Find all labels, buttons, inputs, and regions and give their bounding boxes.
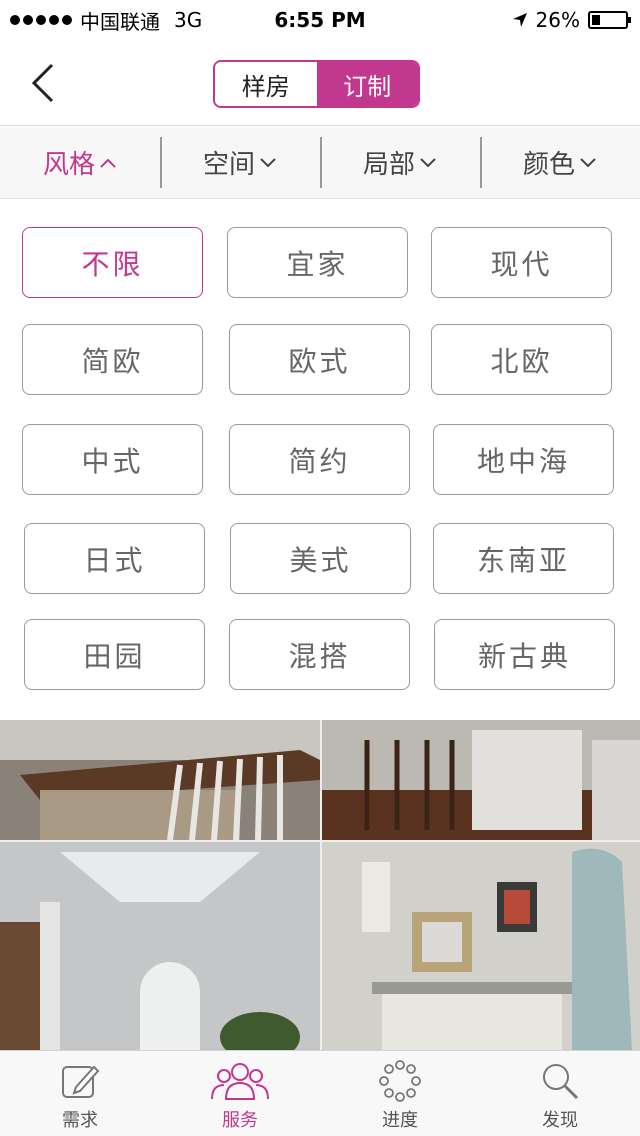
chevron-up-icon <box>99 157 117 169</box>
status-right: 26% <box>512 8 631 32</box>
chevron-down-icon <box>579 157 597 169</box>
tab-service[interactable]: 服务 <box>160 1051 320 1136</box>
status-bar: 中国联通 3G 6:55 PM 26% <box>0 0 640 40</box>
nav-bar: 样房 订制 <box>0 40 640 126</box>
chevron-down-icon <box>259 157 277 169</box>
style-option-unlimited[interactable]: 不限 <box>22 227 203 298</box>
edit-icon <box>60 1058 100 1104</box>
filter-tab-space[interactable]: 空间 <box>160 127 320 198</box>
segment-custom[interactable]: 订制 <box>316 62 418 106</box>
back-button[interactable] <box>22 60 62 106</box>
style-option-pastoral[interactable]: 田园 <box>24 619 205 690</box>
photo-grid <box>0 720 640 1050</box>
style-option-southeast-asian[interactable]: 东南亚 <box>433 523 614 594</box>
filter-tab-label: 颜色 <box>522 150 575 180</box>
style-option-american[interactable]: 美式 <box>230 523 411 594</box>
tab-discover[interactable]: 发现 <box>480 1051 640 1136</box>
style-option-mediterranean[interactable]: 地中海 <box>433 424 614 495</box>
style-option-simple-european[interactable]: 简欧 <box>22 324 203 395</box>
style-option-ikea[interactable]: 宜家 <box>227 227 408 298</box>
photo-thumbnail[interactable] <box>322 842 640 1050</box>
filter-tab-label: 局部 <box>362 150 415 180</box>
style-option-minimalist[interactable]: 简约 <box>229 424 410 495</box>
style-option-neoclassical[interactable]: 新古典 <box>434 619 615 690</box>
chevron-left-icon <box>31 63 54 103</box>
tab-demand[interactable]: 需求 <box>0 1051 160 1136</box>
style-option-chinese[interactable]: 中式 <box>22 424 203 495</box>
battery-icon <box>588 11 631 29</box>
style-option-mixed[interactable]: 混搭 <box>229 619 410 690</box>
style-option-grid: 不限 宜家 现代 简欧 欧式 北欧 中式 简约 地中海 日式 美式 东南亚 田园… <box>0 199 640 720</box>
style-option-nordic[interactable]: 北欧 <box>431 324 612 395</box>
style-option-japanese[interactable]: 日式 <box>24 523 205 594</box>
filter-tab-color[interactable]: 颜色 <box>480 127 640 198</box>
tab-label: 服务 <box>222 1110 258 1131</box>
filter-bar: 风格 空间 局部 颜色 <box>0 127 640 199</box>
battery-percent: 26% <box>535 8 580 32</box>
photo-thumbnail[interactable] <box>0 842 320 1050</box>
style-option-european[interactable]: 欧式 <box>229 324 410 395</box>
filter-tab-label: 风格 <box>42 150 95 180</box>
location-arrow-icon <box>512 13 527 27</box>
tab-label: 发现 <box>542 1110 578 1131</box>
segment-model-room[interactable]: 样房 <box>215 62 317 106</box>
tab-bar: 需求 服务 进度 发现 <box>0 1050 640 1136</box>
tab-label: 需求 <box>62 1110 98 1131</box>
progress-icon <box>379 1058 421 1104</box>
filter-tab-label: 空间 <box>202 150 255 180</box>
battery-fill <box>592 15 601 25</box>
photo-thumbnail[interactable] <box>322 720 640 840</box>
filter-tab-style[interactable]: 风格 <box>0 127 160 198</box>
photo-thumbnail[interactable] <box>0 720 320 840</box>
tab-progress[interactable]: 进度 <box>320 1051 480 1136</box>
search-icon <box>540 1058 580 1104</box>
chevron-down-icon <box>419 157 437 169</box>
filter-tab-part[interactable]: 局部 <box>320 127 480 198</box>
segmented-control: 样房 订制 <box>213 60 420 108</box>
style-option-modern[interactable]: 现代 <box>431 227 612 298</box>
people-icon <box>210 1058 270 1104</box>
tab-label: 进度 <box>382 1110 418 1131</box>
